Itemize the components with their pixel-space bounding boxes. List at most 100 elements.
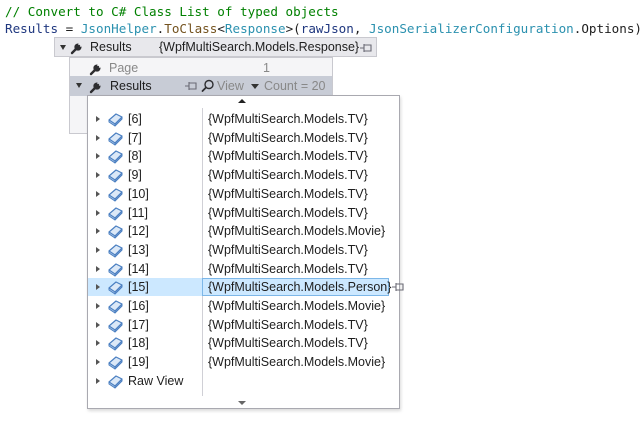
collapse-triangle-icon[interactable] [76, 83, 82, 88]
list-item[interactable]: [15] {WpfMultiSearch.Models.Person} [88, 278, 404, 297]
code-lt: < [217, 21, 225, 36]
code-helper-class: JsonHelper [80, 21, 157, 36]
item-value: {WpfMultiSearch.Models.TV} [208, 186, 368, 201]
item-value: {WpfMultiSearch.Models.Person} [208, 280, 392, 295]
expand-triangle-icon[interactable] [96, 134, 100, 141]
list-item[interactable]: [18] {WpfMultiSearch.Models.TV} [88, 334, 399, 352]
item-key: [14] [128, 261, 149, 276]
code-eq: = [58, 21, 81, 36]
wrench-icon [89, 82, 101, 94]
expand-triangle-icon[interactable] [96, 284, 100, 291]
item-key: [15] [128, 280, 149, 295]
item-value: {WpfMultiSearch.Models.TV} [208, 317, 368, 332]
expand-triangle-icon[interactable] [96, 153, 100, 160]
expand-triangle-icon[interactable] [96, 377, 100, 384]
wrench-icon [70, 43, 82, 55]
code-gt: >( [285, 21, 301, 36]
magnifier-icon[interactable] [201, 79, 215, 93]
item-key: [8] [128, 149, 142, 164]
list-item[interactable]: [17] {WpfMultiSearch.Models.TV} [88, 316, 399, 334]
scroll-down-icon[interactable] [238, 401, 246, 405]
list-item[interactable]: Raw View [88, 372, 399, 390]
expand-triangle-icon[interactable] [96, 321, 100, 328]
expand-triangle-icon[interactable] [96, 172, 100, 179]
list-item[interactable]: [7] {WpfMultiSearch.Models.TV} [88, 129, 399, 147]
scroll-up-icon[interactable] [238, 99, 246, 103]
expand-triangle-icon[interactable] [96, 116, 100, 122]
item-key: [10] [128, 186, 149, 201]
item-value: {WpfMultiSearch.Models.TV} [208, 149, 368, 164]
page-value: 1 [263, 61, 270, 75]
item-value: {WpfMultiSearch.Models.TV} [208, 168, 368, 183]
results-count: Count = 20 [264, 79, 326, 93]
pin-icon[interactable] [391, 281, 407, 293]
item-value: {WpfMultiSearch.Models.Movie} [208, 355, 386, 370]
item-key: [18] [128, 336, 149, 351]
object-icon [108, 262, 123, 277]
expand-triangle-icon[interactable] [96, 209, 100, 216]
object-icon [108, 281, 123, 295]
results-list-datatip[interactable]: [6] {WpfMultiSearch.Models.TV} [7] {WpfM… [87, 95, 404, 409]
item-key: [7] [128, 130, 142, 145]
item-key: [6] [128, 112, 142, 126]
list-item[interactable]: [10] {WpfMultiSearch.Models.TV} [88, 185, 399, 203]
item-value: {WpfMultiSearch.Models.TV} [208, 205, 368, 220]
list-item[interactable]: [12] {WpfMultiSearch.Models.Movie} [88, 222, 399, 240]
item-key: Raw View [128, 373, 184, 388]
code-comma: , [353, 21, 370, 36]
expand-triangle-icon[interactable] [96, 265, 100, 272]
list-item[interactable]: [13] {WpfMultiSearch.Models.TV} [88, 241, 399, 259]
pin-icon[interactable] [359, 42, 375, 54]
object-icon [108, 300, 123, 314]
code-comment-line: // Convert to C# Class List of typed obj… [5, 4, 339, 19]
item-key: [12] [128, 224, 149, 239]
object-icon [108, 356, 123, 370]
page-label[interactable]: Page [109, 61, 138, 75]
expand-triangle-icon[interactable] [96, 228, 100, 235]
code-config-class: JsonSerializerConfiguration [369, 21, 574, 36]
list-item[interactable]: [8] {WpfMultiSearch.Models.TV} [88, 147, 399, 165]
object-icon [108, 375, 123, 389]
object-icon [108, 319, 123, 333]
expand-triangle-icon[interactable] [96, 190, 100, 197]
item-key: [13] [128, 242, 149, 257]
datatip-root-name[interactable]: Results [90, 40, 132, 54]
expand-triangle-icon[interactable] [96, 340, 100, 347]
item-value: {WpfMultiSearch.Models.TV} [208, 336, 368, 351]
code-arg-rawjson: rawJson [300, 21, 354, 36]
object-icon [108, 188, 123, 202]
code-results-var[interactable]: Results [5, 21, 58, 36]
item-key: [16] [128, 299, 149, 313]
list-item[interactable]: [16] {WpfMultiSearch.Models.Movie} [88, 297, 399, 315]
object-icon [108, 225, 123, 239]
item-value: {WpfMultiSearch.Models.TV} [208, 112, 368, 126]
code-type-arg: Response [224, 21, 286, 36]
datatip-root-value[interactable]: {WpfMultiSearch.Models.Response} [159, 40, 359, 54]
view-dropdown-icon[interactable] [251, 84, 259, 89]
list-item[interactable]: [19] {WpfMultiSearch.Models.Movie} [88, 353, 399, 371]
code-end: ); [634, 21, 640, 36]
object-icon [108, 337, 123, 351]
code-statement-line: Results = JsonHelper.ToClass<Response>(r… [5, 20, 640, 37]
object-icon [108, 150, 123, 164]
expand-triangle-icon[interactable] [96, 246, 100, 253]
item-key: [9] [128, 168, 142, 183]
item-key: [11] [128, 205, 148, 220]
datatip-root: Results {WpfMultiSearch.Models.Response} [54, 37, 377, 57]
view-button[interactable]: View [217, 79, 244, 93]
expand-triangle-icon[interactable] [96, 359, 100, 366]
object-icon [108, 132, 123, 146]
results-row[interactable]: Results View Count = 20 [70, 76, 332, 96]
object-icon [108, 169, 123, 183]
wrench-icon [89, 64, 101, 76]
list-item[interactable]: [6] {WpfMultiSearch.Models.TV} [88, 110, 399, 128]
results-label[interactable]: Results [110, 79, 152, 93]
collapse-triangle-icon[interactable] [60, 45, 66, 50]
list-item[interactable]: [11] {WpfMultiSearch.Models.TV} [88, 204, 399, 222]
object-icon [108, 113, 123, 127]
list-item[interactable]: [14] {WpfMultiSearch.Models.TV} [88, 260, 399, 278]
expand-triangle-icon[interactable] [96, 303, 100, 309]
item-value: {WpfMultiSearch.Models.TV} [208, 261, 368, 276]
list-item[interactable]: [9] {WpfMultiSearch.Models.TV} [88, 166, 399, 184]
pin-icon[interactable] [184, 80, 200, 92]
